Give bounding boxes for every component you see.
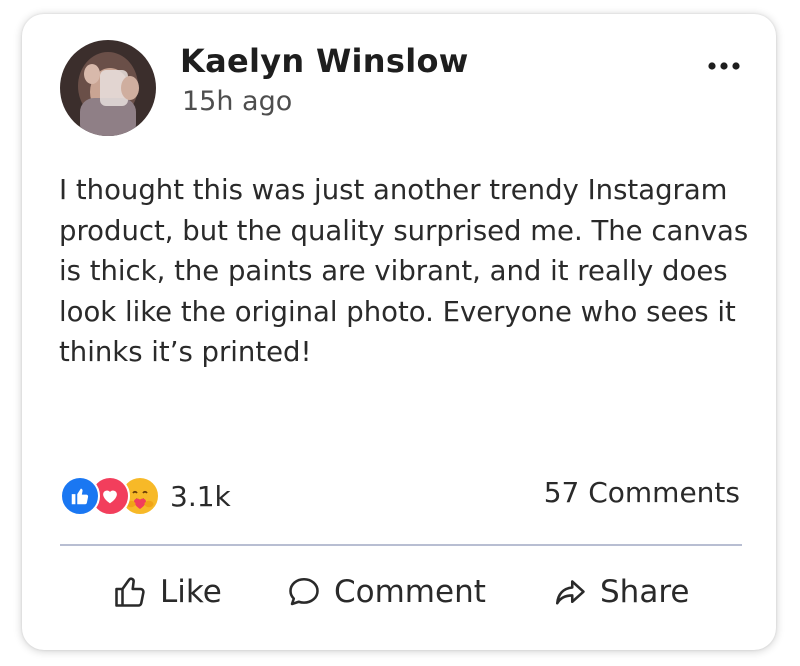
comment-icon — [289, 577, 319, 606]
comments-count[interactable]: 57 Comments — [544, 476, 740, 509]
comment-label: Comment — [334, 574, 486, 610]
more-options-icon[interactable] — [704, 54, 744, 78]
like-label: Like — [160, 574, 222, 610]
divider — [60, 544, 742, 546]
like-reaction-icon — [60, 476, 100, 516]
post-text: I thought this was just another trendy I… — [59, 174, 749, 368]
post-card: Kaelyn Winslow 15h ago I thought this wa… — [22, 14, 776, 650]
author-name[interactable]: Kaelyn Winslow — [180, 42, 469, 80]
like-button[interactable]: Like — [112, 570, 222, 614]
thumbs-up-icon — [115, 577, 145, 607]
avatar-photo — [60, 40, 156, 136]
share-label: Share — [600, 574, 690, 610]
reactions-summary[interactable]: 3.1k — [60, 474, 231, 518]
avatar[interactable] — [60, 40, 156, 136]
comment-button[interactable]: Comment — [286, 570, 486, 614]
reactions-count: 3.1k — [170, 479, 231, 513]
post-timestamp[interactable]: 15h ago — [182, 86, 292, 117]
share-icon — [555, 580, 585, 605]
share-button[interactable]: Share — [552, 570, 689, 614]
